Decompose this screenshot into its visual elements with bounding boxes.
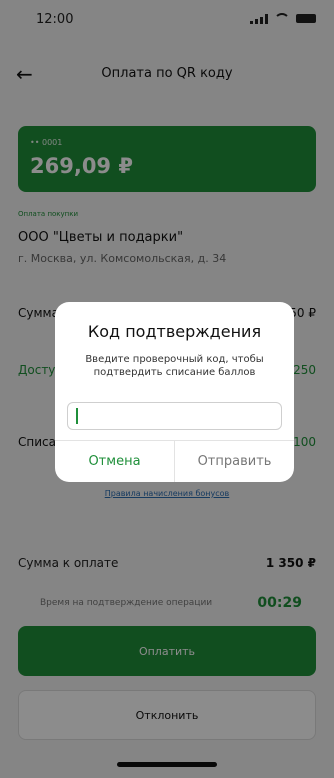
code-input[interactable] [67,402,282,430]
cancel-button[interactable]: Отмена [55,440,174,482]
send-button[interactable]: Отправить [175,440,294,482]
text-cursor [76,408,78,424]
dialog-title: Код подтверждения [87,322,262,341]
dialog-description: Введите проверочный код, чтобы подтверди… [85,354,264,378]
confirmation-dialog: Код подтверждения Введите проверочный ко… [55,302,294,482]
screen: 12:00 ← Оплата по QR коду •• 0001 269,09… [0,0,334,778]
